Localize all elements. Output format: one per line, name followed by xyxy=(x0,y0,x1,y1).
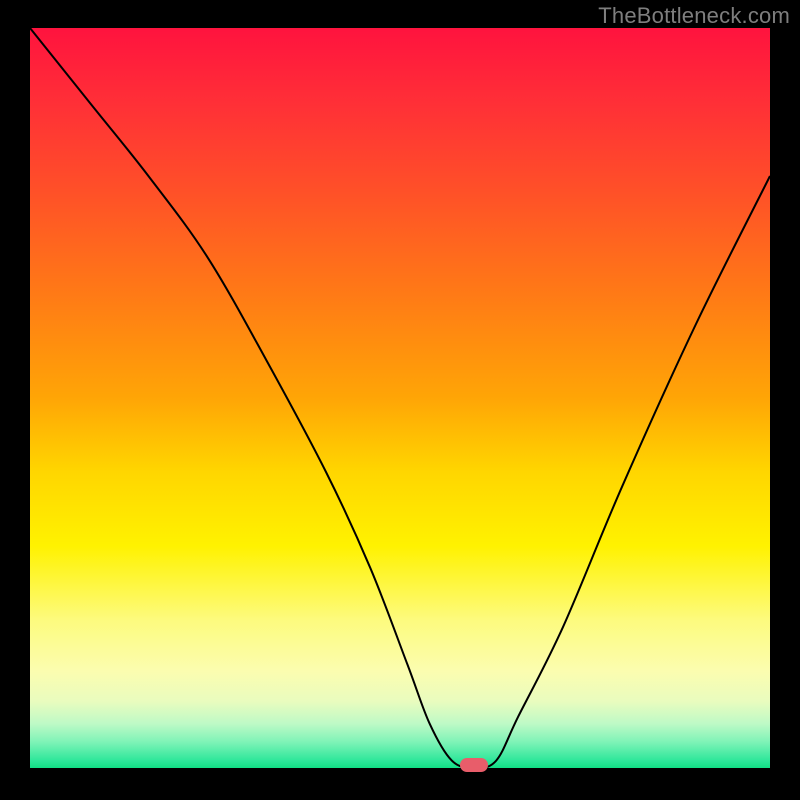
chart-container: TheBottleneck.com xyxy=(0,0,800,800)
optimal-point-marker xyxy=(460,758,488,772)
curve-svg xyxy=(30,28,770,768)
plot-area xyxy=(30,28,770,768)
watermark-text: TheBottleneck.com xyxy=(598,3,790,29)
bottleneck-curve xyxy=(30,28,770,768)
